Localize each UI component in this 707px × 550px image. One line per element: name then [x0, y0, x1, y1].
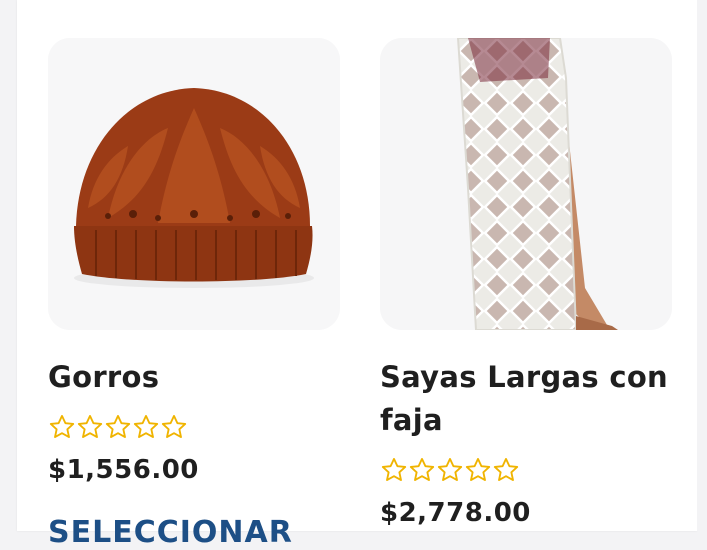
product-grid: Gorros $1,556.00 SELECCIONAR Sayas Larga… — [17, 0, 697, 550]
star-rating — [380, 456, 672, 488]
star-outline-icon — [436, 456, 464, 488]
product-price: $2,778.00 — [380, 498, 531, 528]
star-outline-icon — [132, 413, 160, 445]
star-outline-icon — [492, 456, 520, 488]
page-edge — [697, 0, 707, 531]
star-outline-icon — [76, 413, 104, 445]
product-title[interactable]: Sayas Largas con faja — [380, 356, 672, 442]
product-title[interactable]: Gorros — [48, 356, 340, 399]
star-outline-icon — [104, 413, 132, 445]
star-outline-icon — [48, 413, 76, 445]
star-outline-icon — [408, 456, 436, 488]
product-image-gorros[interactable] — [48, 38, 340, 330]
star-outline-icon — [160, 413, 188, 445]
star-rating — [48, 413, 340, 445]
star-outline-icon — [380, 456, 408, 488]
product-price: $1,556.00 — [48, 455, 199, 485]
product-image-sayas-largas[interactable] — [380, 38, 672, 330]
star-outline-icon — [464, 456, 492, 488]
product-card-gorros: Gorros $1,556.00 SELECCIONAR — [48, 38, 340, 550]
product-card-sayas-largas: Sayas Largas con faja $2,778.00 — [380, 38, 672, 528]
select-options-button[interactable]: SELECCIONAR — [48, 515, 340, 550]
